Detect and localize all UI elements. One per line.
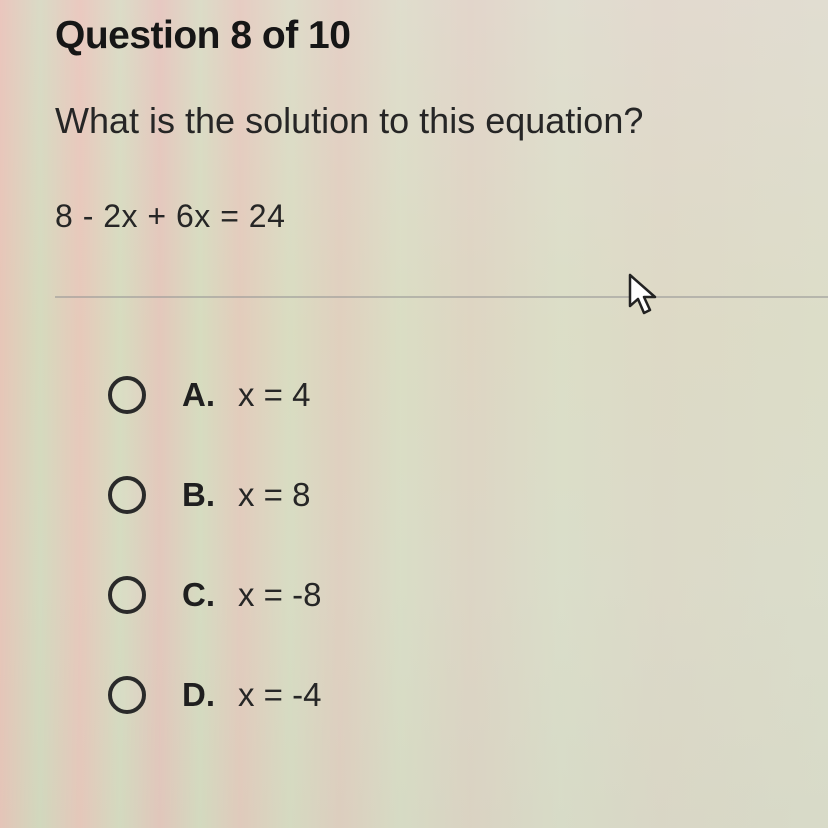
radio-button-icon[interactable] bbox=[108, 576, 146, 614]
radio-button-icon[interactable] bbox=[108, 476, 146, 514]
question-header: Question 8 of 10 bbox=[55, 14, 351, 57]
choice-d[interactable]: D. x = -4 bbox=[108, 670, 608, 720]
choice-b[interactable]: B. x = 8 bbox=[108, 470, 608, 520]
question-equation: 8 - 2x + 6x = 24 bbox=[55, 198, 286, 234]
choice-letter: C. bbox=[182, 576, 215, 613]
answer-choices: A. x = 4 B. x = 8 C. x = -8 D. x = -4 bbox=[108, 370, 608, 770]
choice-letter: A. bbox=[182, 376, 215, 413]
divider bbox=[55, 296, 828, 298]
choice-text: x = 8 bbox=[238, 476, 311, 513]
mouse-pointer-icon bbox=[628, 273, 657, 315]
choice-text: x = 4 bbox=[238, 376, 311, 413]
choice-c[interactable]: C. x = -8 bbox=[108, 570, 608, 620]
choice-text: x = -4 bbox=[238, 676, 322, 713]
choice-a[interactable]: A. x = 4 bbox=[108, 370, 608, 420]
choice-letter: D. bbox=[182, 676, 215, 713]
choice-letter: B. bbox=[182, 476, 215, 513]
radio-button-icon[interactable] bbox=[108, 676, 146, 714]
question-prompt: What is the solution to this equation? bbox=[55, 100, 644, 141]
choice-text: x = -8 bbox=[238, 576, 322, 613]
radio-button-icon[interactable] bbox=[108, 376, 146, 414]
quiz-page: Question 8 of 10 What is the solution to… bbox=[0, 0, 828, 828]
